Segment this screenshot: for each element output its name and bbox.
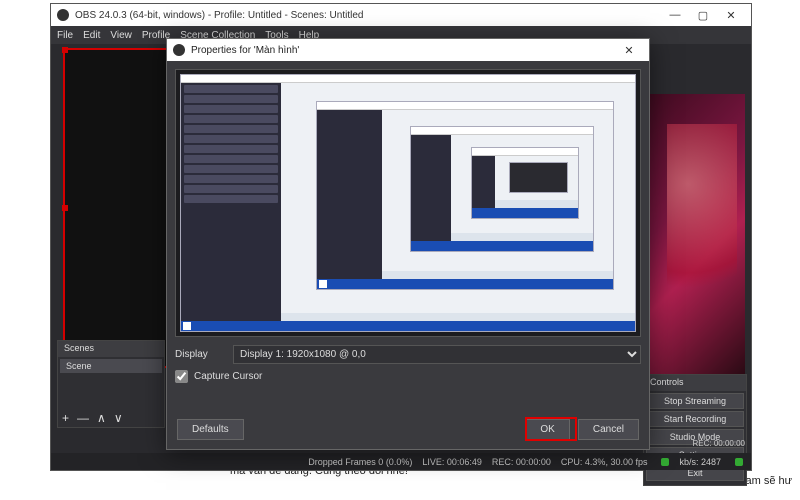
maximize-button[interactable]: ▢: [689, 5, 717, 25]
resize-handle-icon[interactable]: [62, 205, 68, 211]
obs-titlebar[interactable]: OBS 24.0.3 (64-bit, windows) - Profile: …: [51, 4, 751, 26]
minimize-button[interactable]: —: [661, 5, 689, 25]
menu-edit[interactable]: Edit: [83, 30, 100, 41]
start-recording-button[interactable]: Start Recording: [646, 411, 744, 427]
defaults-button[interactable]: Defaults: [177, 419, 244, 440]
status-indicator-icon: [661, 458, 669, 466]
capture-cursor-row: Capture Cursor: [175, 370, 641, 383]
menu-view[interactable]: View: [110, 30, 132, 41]
properties-app-icon: [173, 44, 185, 56]
status-cpu: CPU: 4.3%, 30.00 fps: [561, 457, 648, 467]
properties-dialog: Properties for 'Màn hình' ✕: [166, 38, 650, 450]
properties-title: Properties for 'Màn hình': [191, 45, 615, 56]
nested-screenshot: [180, 74, 636, 332]
obs-app-icon: [57, 9, 69, 21]
stop-streaming-button[interactable]: Stop Streaming: [646, 393, 744, 409]
display-row: Display Display 1: 1920x1080 @ 0,0: [175, 345, 641, 364]
cancel-button[interactable]: Cancel: [578, 419, 639, 440]
scenes-header: Scenes: [58, 341, 164, 357]
controls-rec-small: REC: 00:00:00: [693, 439, 745, 448]
scenes-toolbar: + — ∧ ∨: [62, 411, 123, 425]
scene-down-icon[interactable]: ∨: [114, 411, 123, 425]
status-kbps: kb/s: 2487: [679, 457, 721, 467]
add-scene-icon[interactable]: +: [62, 411, 69, 425]
status-dropped: Dropped Frames 0 (0.0%): [308, 457, 412, 467]
display-select[interactable]: Display 1: 1920x1080 @ 0,0: [233, 345, 641, 364]
nested-screenshot: [316, 101, 613, 290]
properties-close-button[interactable]: ✕: [615, 40, 643, 60]
nested-screenshot: [471, 147, 579, 219]
scenes-dock: Scenes Scene + — ∧ ∨: [57, 340, 165, 428]
status-indicator-icon: [735, 458, 743, 466]
close-button[interactable]: ✕: [717, 5, 745, 25]
source-preview: [175, 69, 641, 337]
ok-button[interactable]: OK: [525, 419, 569, 440]
properties-footer: Defaults OK Cancel: [167, 409, 649, 449]
display-label: Display: [175, 349, 225, 360]
properties-titlebar[interactable]: Properties for 'Màn hình' ✕: [167, 39, 649, 61]
menu-file[interactable]: File: [57, 30, 73, 41]
obs-statusbar: Dropped Frames 0 (0.0%) LIVE: 00:06:49 R…: [51, 453, 751, 470]
properties-body: Display Display 1: 1920x1080 @ 0,0 Captu…: [167, 61, 649, 409]
status-rec: REC: 00:00:00: [492, 457, 551, 467]
capture-cursor-label: Capture Cursor: [194, 371, 262, 382]
scene-item[interactable]: Scene: [60, 359, 162, 373]
program-preview-image: [635, 94, 745, 374]
remove-scene-icon[interactable]: —: [77, 411, 89, 425]
nested-screenshot: [410, 126, 594, 251]
scene-up-icon[interactable]: ∧: [97, 411, 106, 425]
nested-screenshot: [509, 162, 569, 193]
resize-handle-icon[interactable]: [62, 47, 68, 53]
controls-header: Controls: [644, 375, 746, 391]
capture-cursor-checkbox[interactable]: [175, 370, 188, 383]
obs-window-title: OBS 24.0.3 (64-bit, windows) - Profile: …: [75, 10, 661, 21]
status-live: LIVE: 00:06:49: [422, 457, 482, 467]
